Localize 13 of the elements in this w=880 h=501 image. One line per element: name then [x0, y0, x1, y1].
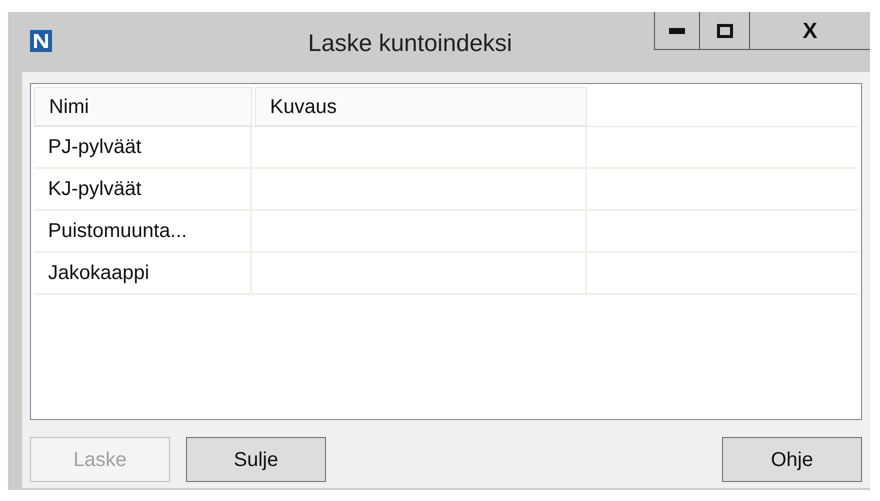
table-cell: KJ-pylväät — [34, 169, 252, 209]
table-cell: Jakokaappi — [34, 253, 252, 293]
dialog-button[interactable]: Ohje — [722, 437, 862, 482]
table-cell: PJ-pylväät — [34, 127, 252, 167]
app-logo-icon — [30, 30, 52, 52]
close-button[interactable]: X — [750, 12, 870, 49]
window-title: Laske kuntoindeksi — [308, 29, 512, 59]
table-cell: Puistomuunta... — [34, 211, 252, 251]
dialog-button[interactable]: Sulje — [186, 437, 326, 482]
column-header[interactable]: Kuvaus — [255, 87, 587, 126]
minimize-icon — [669, 28, 685, 34]
maximize-icon — [716, 24, 732, 38]
column-header[interactable]: Nimi — [34, 87, 252, 126]
